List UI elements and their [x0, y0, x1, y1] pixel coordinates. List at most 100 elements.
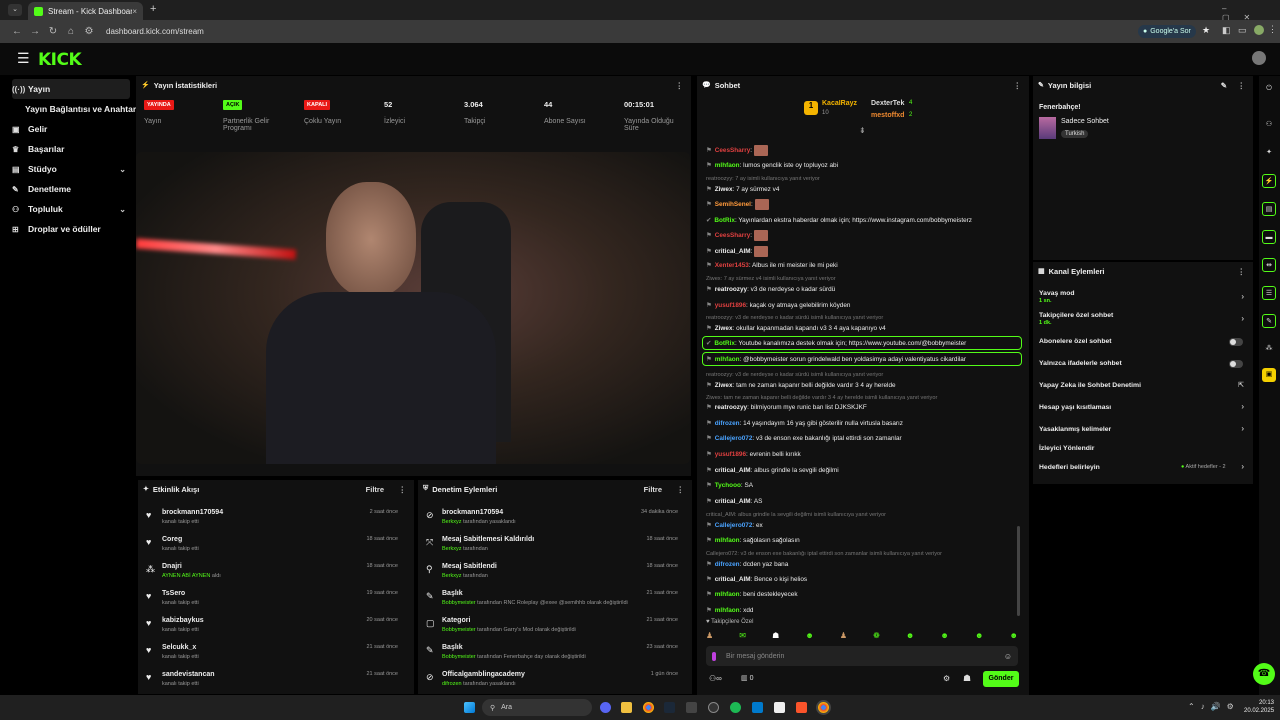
chat-username[interactable]: Ziwex	[715, 186, 733, 193]
chat-username[interactable]: BotRix	[714, 217, 735, 224]
sidebar-item-stream-key[interactable]: Yayın Bağlantısı ve Anahtarı	[25, 99, 143, 119]
mod-target[interactable]: Kategori	[442, 617, 470, 624]
chat-reply-context[interactable]: reatroozyy: 7 ay isimli kullanıcıya yanı…	[706, 175, 1024, 182]
chevron-right-icon[interactable]: ›	[1241, 462, 1244, 471]
mod-target[interactable]: brockmann170594	[442, 509, 503, 516]
mod-user[interactable]: Berkxyz	[442, 546, 462, 552]
chat-message[interactable]: ⚑ mlhfaon: beni destekleyecek	[706, 590, 1024, 598]
mod-target[interactable]: Başlık	[442, 644, 463, 651]
new-tab-button[interactable]: +	[150, 3, 156, 15]
system-tray-icons[interactable]: ⌃♪🔊⚙	[1188, 702, 1240, 711]
sidebar-item-droplar[interactable]: ⊞ Droplar ve ödüller	[12, 219, 130, 239]
chat-message[interactable]: ⚑ Ziwex: tam ne zaman kapanır belli değil…	[706, 381, 1024, 389]
spotify-icon[interactable]	[730, 702, 741, 713]
chat-username[interactable]: Ziwex	[715, 325, 733, 332]
emote-icon[interactable]: ☗	[772, 631, 779, 643]
sidebar-item-studyo[interactable]: ▤ Stüdyo ⌄	[12, 159, 130, 179]
back-icon[interactable]: ←	[8, 26, 26, 37]
edit-pencil-icon[interactable]: ✎	[1221, 81, 1227, 90]
chat-message[interactable]: ✔ BotRix: Yayınlardan ekstra haberdar olm…	[706, 216, 1024, 224]
bookmark-star-icon[interactable]: ★	[1202, 25, 1210, 36]
home-icon[interactable]: ⌂	[62, 26, 80, 37]
chat-message[interactable]: ⚑ Tychooo: SA	[706, 481, 1024, 489]
emote-icon[interactable]: ❁	[873, 631, 880, 643]
chat-input[interactable]: Bir mesaj gönderin ☺	[706, 646, 1018, 666]
clapper-icon[interactable]: ▣	[1262, 368, 1276, 382]
chat-username[interactable]: critical_AIM	[715, 576, 751, 583]
event-user[interactable]: Dnajri	[162, 563, 182, 570]
chat-reply-context[interactable]: critical_AIM: albus grindle la sevgili d…	[706, 511, 1024, 518]
chat-username[interactable]: mlhfaon	[715, 591, 740, 598]
chat-tools-icon[interactable]: ☗	[963, 673, 971, 684]
chat-message[interactable]: ✔ BotRix: Youtube kanalımıza destek olmak…	[702, 336, 1022, 350]
close-tab-icon[interactable]: ×	[132, 7, 137, 16]
chat-message[interactable]: ⚑ Ziwex: 7 ay sürmez v4	[706, 185, 1024, 193]
site-info-icon[interactable]: ⚙	[80, 26, 98, 37]
chat-username[interactable]: critical_AIM	[715, 248, 751, 255]
event-user[interactable]: sandevistancan	[162, 671, 215, 678]
chat-message[interactable]: ⚑ SemihSenel:	[706, 199, 1024, 210]
chevron-right-icon[interactable]: ›	[1241, 424, 1244, 433]
action-ai-moderation[interactable]: Yapay Zeka ile Sohbet Denetimi	[1039, 382, 1249, 389]
chat-message[interactable]: ⚑ CeesSharry:	[706, 145, 1024, 156]
chat-username[interactable]: yusuf1896	[715, 302, 746, 309]
action-account-age[interactable]: Hesap yaşı kısıtlaması	[1039, 404, 1249, 411]
chat-message[interactable]: ⚑ Callejero072: ex	[706, 521, 1024, 529]
chat-reply-context[interactable]: Callejero072: v3 de enson exe bakanlığı …	[706, 550, 1024, 557]
chat-username[interactable]: SemihSenel	[715, 201, 751, 208]
chat-username[interactable]: reatroozyy	[715, 404, 747, 411]
more-options-icon[interactable]: ⋮	[677, 485, 685, 494]
chat-username[interactable]: BotRix	[714, 340, 735, 347]
event-user[interactable]: TsSero	[162, 590, 185, 597]
event-user[interactable]: Selcukk_x	[162, 644, 196, 651]
chat-reply-context[interactable]: Ziwex: 7 ay sürmez v4 isimli kullanıcıya…	[706, 275, 1024, 282]
emote-icon[interactable]: ♟	[840, 631, 847, 643]
user-avatar[interactable]	[1252, 51, 1266, 65]
clock[interactable]: 20:13 20.02.2025	[1244, 699, 1274, 715]
mod-user[interactable]: Bobbymeister	[442, 654, 476, 660]
stream-preview-video[interactable]	[136, 152, 690, 464]
mod-user[interactable]: Berkxyz	[442, 519, 462, 525]
split-icon[interactable]: ⇹	[1262, 258, 1276, 272]
sidebar-item-yayin[interactable]: ((·)) Yayın	[12, 79, 130, 99]
sidebar-item-topluluk[interactable]: ⚇ Topluluk ⌄	[12, 199, 130, 219]
more-options-icon[interactable]: ⋮	[676, 81, 684, 90]
tab-list-button[interactable]: ⌄	[8, 4, 22, 16]
windows-start-icon[interactable]	[464, 702, 475, 713]
emote-icon[interactable]: ☻	[1009, 631, 1017, 643]
chat-message[interactable]: ⚑ mlhfaon: xdd	[706, 606, 1024, 614]
taskbar-search[interactable]: ⚲ Ara	[482, 699, 592, 716]
google-sor-button[interactable]: ● Google'a Sor	[1138, 25, 1196, 38]
mod-target[interactable]: Mesaj Sabitlemesi Kaldırıldı	[442, 536, 534, 543]
lightning-icon[interactable]: ⚡	[1262, 174, 1276, 188]
chat-message[interactable]: ⚑ difrozen: dcden yaz bana	[706, 560, 1024, 568]
chat-username[interactable]: Ziwex	[715, 382, 733, 389]
plugin-icon[interactable]: ⁂	[1262, 342, 1276, 356]
chat-message[interactable]: ⚑ reatroozyy: v3 de nerdeyse o kadar sürd…	[706, 285, 1024, 293]
more-options-icon[interactable]: ⋮	[1238, 81, 1246, 90]
chat-message[interactable]: ⚑ yusuf1896: evrenin belli kırıkk	[706, 450, 1024, 458]
chat-message[interactable]: ⚑ critical_AIM:	[706, 246, 1024, 257]
emote-icon[interactable]: ☻	[940, 631, 948, 643]
browser-menu-icon[interactable]: ⋮	[1268, 24, 1277, 35]
stream-category[interactable]: Sadece Sohbet	[1061, 118, 1109, 125]
app-icon[interactable]	[774, 702, 785, 713]
chat-message[interactable]: ⚑ Xenter1453: Albus ile mi meister ile mi…	[706, 261, 1024, 269]
chat-username[interactable]: critical_AIM	[715, 467, 751, 474]
vscode-icon[interactable]	[752, 702, 763, 713]
send-button[interactable]: Gönder	[983, 671, 1019, 687]
discord-icon[interactable]	[600, 702, 611, 713]
action-slow-mode[interactable]: Yavaş mod 1 sn.	[1039, 290, 1249, 304]
mod-user[interactable]: Bobbymeister	[442, 627, 476, 633]
chat-username[interactable]: mlhfaon	[715, 162, 740, 169]
browser-tab[interactable]: Stream - Kick Dashboard ×	[28, 2, 143, 20]
more-options-icon[interactable]: ⋮	[1014, 81, 1022, 90]
chrome-active-icon[interactable]	[818, 702, 829, 713]
action-raid[interactable]: İzleyici Yönlendir	[1039, 445, 1249, 452]
top-gifter-1[interactable]: KacaIRayz	[822, 100, 857, 107]
chat-message[interactable]: ⚑ Ziwex: okullar kapanmadan kapandı v3 3 …	[706, 324, 1024, 332]
filter-button[interactable]: Filtre	[366, 485, 384, 494]
chat-username[interactable]: yusuf1896	[715, 451, 746, 458]
chevron-right-icon[interactable]: ›	[1241, 314, 1244, 323]
wrench-icon[interactable]: ✎	[1262, 314, 1276, 328]
